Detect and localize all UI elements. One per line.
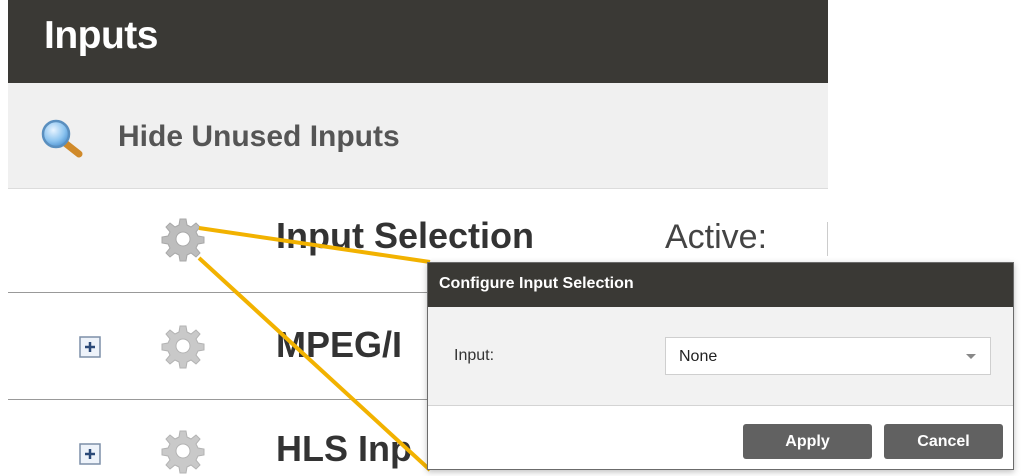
input-select[interactable]: None [665,337,991,375]
apply-button[interactable]: Apply [743,424,872,459]
cancel-button[interactable]: Cancel [884,424,1003,459]
search-icon[interactable] [38,117,86,159]
input-select-value: None [679,348,718,365]
row-label-hls[interactable]: HLS Inp [276,428,412,470]
configure-dialog: Configure Input Selection Input: None Ap… [427,262,1014,470]
panel-header: Inputs [8,0,828,83]
row-divider [8,399,428,400]
hide-unused-inputs-link[interactable]: Hide Unused Inputs [118,120,400,154]
active-label: Active: [665,218,768,256]
gear-icon[interactable] [160,428,206,474]
panel-title: Inputs [44,14,158,57]
expand-icon[interactable] [79,443,101,465]
row-divider [8,292,428,293]
dialog-title: Configure Input Selection [439,275,634,292]
divider [827,222,828,256]
row-label-mpeg[interactable]: MPEG/I [276,324,402,366]
input-label: Input: [454,347,495,364]
dialog-header: Configure Input Selection [428,263,1013,307]
expand-icon[interactable] [79,336,101,358]
gear-icon[interactable] [160,323,206,369]
toolbar: Hide Unused Inputs [8,83,828,189]
chevron-down-icon [966,354,976,359]
gear-icon[interactable] [160,216,206,262]
row-label-input-selection[interactable]: Input Selection [276,215,534,257]
dialog-body: Input: None [428,307,1013,406]
